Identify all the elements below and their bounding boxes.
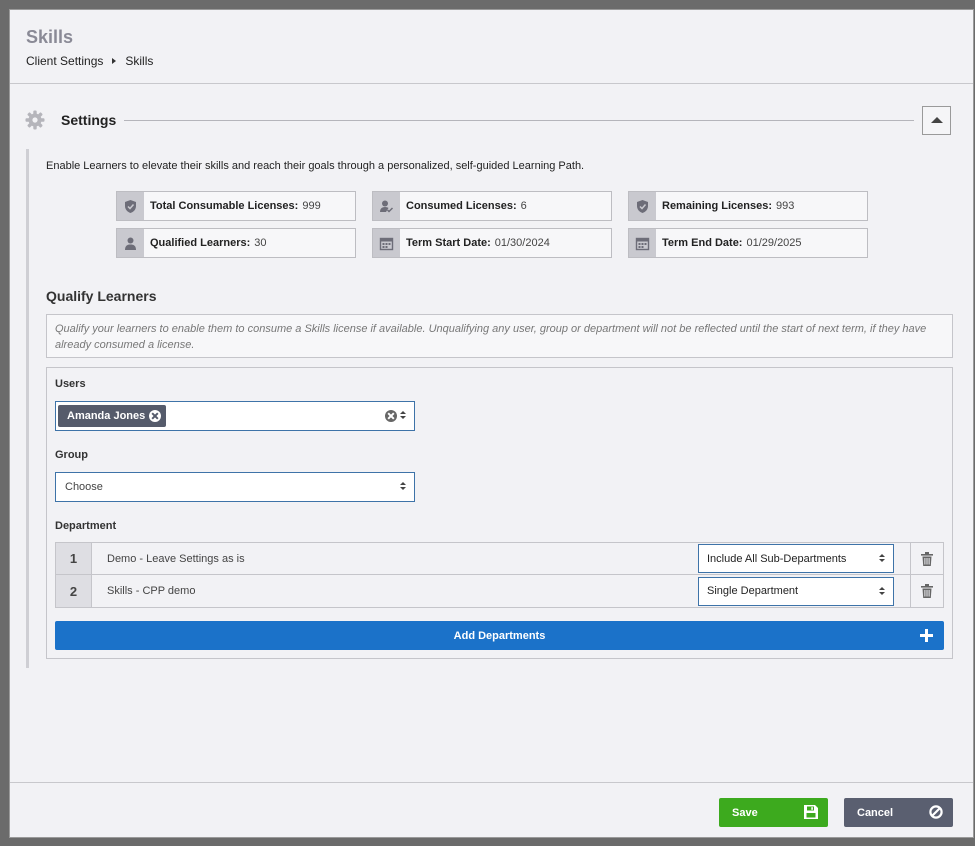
user-tag: Amanda Jones xyxy=(58,405,167,427)
settings-description: Enable Learners to elevate their skills … xyxy=(46,160,585,172)
qualify-learners-title: Qualify Learners xyxy=(46,288,157,304)
ban-icon xyxy=(929,805,943,819)
delete-department-button[interactable] xyxy=(910,575,943,607)
calendar-icon xyxy=(373,229,400,257)
settings-content: Enable Learners to elevate their skills … xyxy=(26,149,953,668)
add-departments-button[interactable]: Add Departments xyxy=(55,621,944,650)
modal-footer: Save Cancel xyxy=(10,782,973,838)
remaining-licenses-label: Remaining Licenses: xyxy=(662,200,773,212)
term-end-value: 01/29/2025 xyxy=(746,237,802,249)
floppy-disk-icon xyxy=(804,805,818,819)
remaining-licenses-box: Remaining Licenses: 993 xyxy=(628,191,868,221)
settings-section-header: Settings xyxy=(25,105,951,135)
group-label: Group xyxy=(55,449,88,461)
add-departments-label: Add Departments xyxy=(453,629,546,642)
qualified-learners-value: 30 xyxy=(254,237,267,249)
cancel-button-label: Cancel xyxy=(857,806,894,819)
department-scope-value: Single Department xyxy=(707,585,799,597)
settings-title: Settings xyxy=(61,112,117,128)
total-licenses-label: Total Consumable Licenses: xyxy=(150,200,299,212)
qualified-learners-label: Qualified Learners: xyxy=(150,237,251,249)
select-arrows-icon xyxy=(400,411,406,419)
department-label: Department xyxy=(55,520,117,532)
department-table: 1 Demo - Leave Settings as is Include Al… xyxy=(55,542,944,608)
licenses-icon xyxy=(629,192,656,220)
user-tag-label: Amanda Jones xyxy=(67,410,146,422)
consumed-licenses-box: Consumed Licenses: 6 xyxy=(372,191,612,221)
clear-selection-icon[interactable] xyxy=(385,410,397,422)
total-licenses-value: 999 xyxy=(302,200,321,212)
skills-modal: Skills Client Settings Skills Settings E… xyxy=(9,9,974,838)
page-title: Skills xyxy=(26,27,74,47)
department-row: 2 Skills - CPP demo Single Department xyxy=(55,575,944,608)
calendar-icon xyxy=(629,229,656,257)
breadcrumb-separator-icon xyxy=(112,58,117,64)
chevron-up-icon xyxy=(930,117,943,123)
department-scope-value: Include All Sub-Departments xyxy=(707,552,847,565)
group-select[interactable]: Choose xyxy=(55,472,415,502)
gear-icon xyxy=(25,110,45,130)
select-arrows-icon xyxy=(879,554,885,562)
user-check-icon xyxy=(373,192,400,220)
breadcrumb-skills: Skills xyxy=(125,54,154,68)
licenses-icon xyxy=(117,192,144,220)
total-licenses-box: Total Consumable Licenses: 999 xyxy=(116,191,356,221)
cancel-button[interactable]: Cancel xyxy=(844,798,953,827)
department-row: 1 Demo - Leave Settings as is Include Al… xyxy=(55,542,944,575)
term-start-value: 01/30/2024 xyxy=(494,237,550,249)
consumed-licenses-value: 6 xyxy=(520,200,527,212)
qualify-panel: Users Amanda Jones Group Choose Departme… xyxy=(46,367,953,659)
breadcrumb-client-settings[interactable]: Client Settings xyxy=(26,54,103,68)
term-start-label: Term Start Date: xyxy=(406,237,491,249)
user-icon xyxy=(117,229,144,257)
save-button[interactable]: Save xyxy=(719,798,828,827)
divider xyxy=(124,119,914,121)
term-end-label: Term End Date: xyxy=(662,237,743,249)
remove-user-icon[interactable] xyxy=(149,410,162,422)
department-scope-select[interactable]: Include All Sub-Departments xyxy=(698,544,894,573)
page-header: Skills Client Settings Skills xyxy=(10,10,973,84)
remaining-licenses-value: 993 xyxy=(776,200,795,212)
department-name: Demo - Leave Settings as is xyxy=(107,552,245,565)
term-start-box: Term Start Date: 01/30/2024 xyxy=(372,228,612,258)
term-end-box: Term End Date: 01/29/2025 xyxy=(628,228,868,258)
department-name: Skills - CPP demo xyxy=(107,585,196,597)
group-select-value: Choose xyxy=(65,481,103,493)
collapse-button[interactable] xyxy=(922,105,951,135)
qualify-note: Qualify your learners to enable them to … xyxy=(46,314,953,358)
qualified-learners-box: Qualified Learners: 30 xyxy=(116,228,356,258)
department-row-number: 2 xyxy=(56,575,92,607)
breadcrumb: Client Settings Skills xyxy=(26,54,973,68)
delete-department-button[interactable] xyxy=(910,543,943,574)
consumed-licenses-label: Consumed Licenses: xyxy=(406,200,517,212)
trash-icon xyxy=(921,584,933,598)
users-label: Users xyxy=(55,378,86,390)
save-button-label: Save xyxy=(732,806,758,819)
department-row-number: 1 xyxy=(56,543,92,574)
trash-icon xyxy=(921,551,933,566)
plus-icon xyxy=(920,629,933,642)
users-select[interactable]: Amanda Jones xyxy=(55,401,415,431)
department-scope-select[interactable]: Single Department xyxy=(698,576,894,606)
select-arrows-icon xyxy=(879,586,885,595)
select-arrows-icon xyxy=(400,482,406,490)
